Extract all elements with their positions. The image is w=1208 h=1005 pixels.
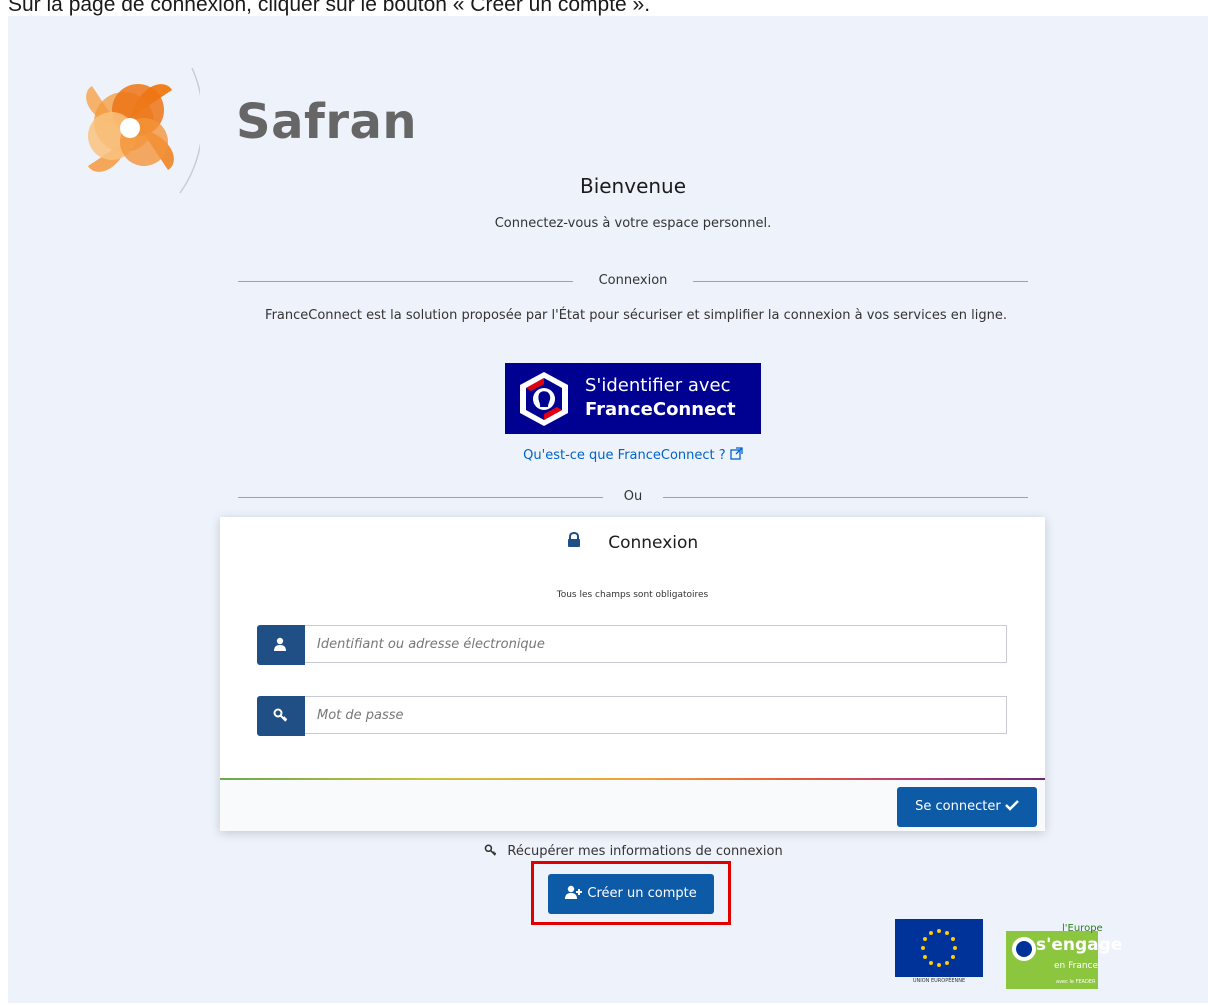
login-card-title-text: Connexion — [608, 533, 699, 553]
or-label: Ou — [623, 489, 643, 504]
lock-icon — [567, 532, 580, 547]
franceconnect-logo-icon — [520, 372, 568, 426]
login-submit-label: Se connecter — [915, 799, 1001, 814]
key-icon — [484, 844, 497, 856]
divider-right — [693, 281, 1028, 282]
franceconnect-button-line1: S'identifier avec — [585, 375, 731, 396]
europe-engage-logo: l'Europe s'engage en France avec le FEAD… — [996, 921, 1122, 993]
password-field: Mot de passe — [257, 696, 1009, 736]
password-addon — [257, 696, 305, 736]
europe-line4: avec le FEADER — [1056, 979, 1096, 985]
username-addon — [257, 625, 305, 665]
franceconnect-button-line2: FranceConnect — [585, 399, 736, 420]
or-divider-left — [238, 497, 603, 498]
password-input[interactable]: Mot de passe — [305, 696, 1007, 734]
user-icon — [274, 637, 286, 651]
divider-left — [238, 281, 573, 282]
or-divider-right — [663, 497, 1028, 498]
page-title: Bienvenue — [579, 174, 687, 198]
franceconnect-button[interactable]: S'identifier avec FranceConnect — [505, 363, 761, 434]
recover-credentials-link[interactable]: Récupérer mes informations de connexion — [8, 844, 1208, 859]
login-card-footer: Se connecter — [220, 780, 1045, 831]
page-subtitle: Connectez-vous à votre espace personnel. — [494, 216, 772, 231]
franceconnect-info-link[interactable]: Qu'est-ce que FranceConnect ? — [8, 447, 1208, 463]
instruction-caption: Sur la page de connexion, cliquer sur le… — [8, 0, 651, 16]
login-card: Connexion Tous les champs sont obligatoi… — [220, 517, 1045, 831]
safran-logo-text: Safran — [236, 94, 418, 150]
key-icon — [273, 708, 288, 722]
external-link-icon — [730, 447, 743, 460]
username-input[interactable]: Identifiant ou adresse électronique — [305, 625, 1007, 663]
login-card-title: Connexion — [220, 532, 1045, 553]
recover-credentials-text: Récupérer mes informations de connexion — [507, 844, 783, 859]
europe-line2: s'engage — [1036, 935, 1123, 955]
login-page: Safran Bienvenue Connectez-vous à votre … — [8, 16, 1208, 1003]
europe-line1: l'Europe — [1062, 923, 1103, 934]
eu-label: UNION EUROPÉENNE — [912, 978, 966, 984]
login-submit-button[interactable]: Se connecter — [897, 787, 1037, 827]
franceconnect-description: FranceConnect est la solution proposée p… — [265, 308, 1007, 323]
franceconnect-info-link-text: Qu'est-ce que FranceConnect ? — [523, 448, 726, 463]
franceconnect-section-label: Connexion — [598, 273, 668, 288]
check-icon — [1004, 800, 1019, 811]
username-field: Identifiant ou adresse électronique — [257, 625, 1009, 665]
required-fields-note: Tous les champs sont obligatoires — [556, 590, 709, 600]
highlight-annotation — [531, 861, 731, 925]
europe-line3: en France — [1054, 961, 1099, 971]
